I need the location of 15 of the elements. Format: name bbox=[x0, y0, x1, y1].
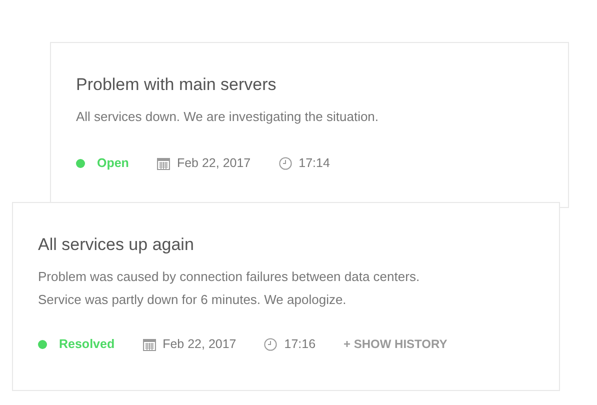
calendar-icon bbox=[142, 338, 156, 350]
clock-icon bbox=[264, 338, 278, 350]
incident-title: Problem with main servers bbox=[76, 74, 278, 96]
incident-description: Problem was caused by connection failures between data centers. Service was partly down for 6 minutes. We apologize. bbox=[38, 268, 421, 309]
incident-time: 17:16 bbox=[284, 337, 316, 351]
status-label: Open bbox=[97, 156, 129, 170]
clock-icon bbox=[278, 156, 292, 170]
incident-time: 17:14 bbox=[298, 156, 330, 170]
calendar-icon bbox=[156, 156, 170, 170]
incident-description: All services down. We are investigating the situation. bbox=[76, 108, 380, 126]
incident-date: Feb 22, 2017 bbox=[176, 156, 251, 170]
incident-date: Feb 22, 2017 bbox=[162, 337, 236, 351]
status-label: Resolved bbox=[59, 337, 115, 351]
show-history-link[interactable]: + SHOW HISTORY bbox=[344, 337, 448, 351]
incident-title: All services up again bbox=[38, 234, 195, 256]
